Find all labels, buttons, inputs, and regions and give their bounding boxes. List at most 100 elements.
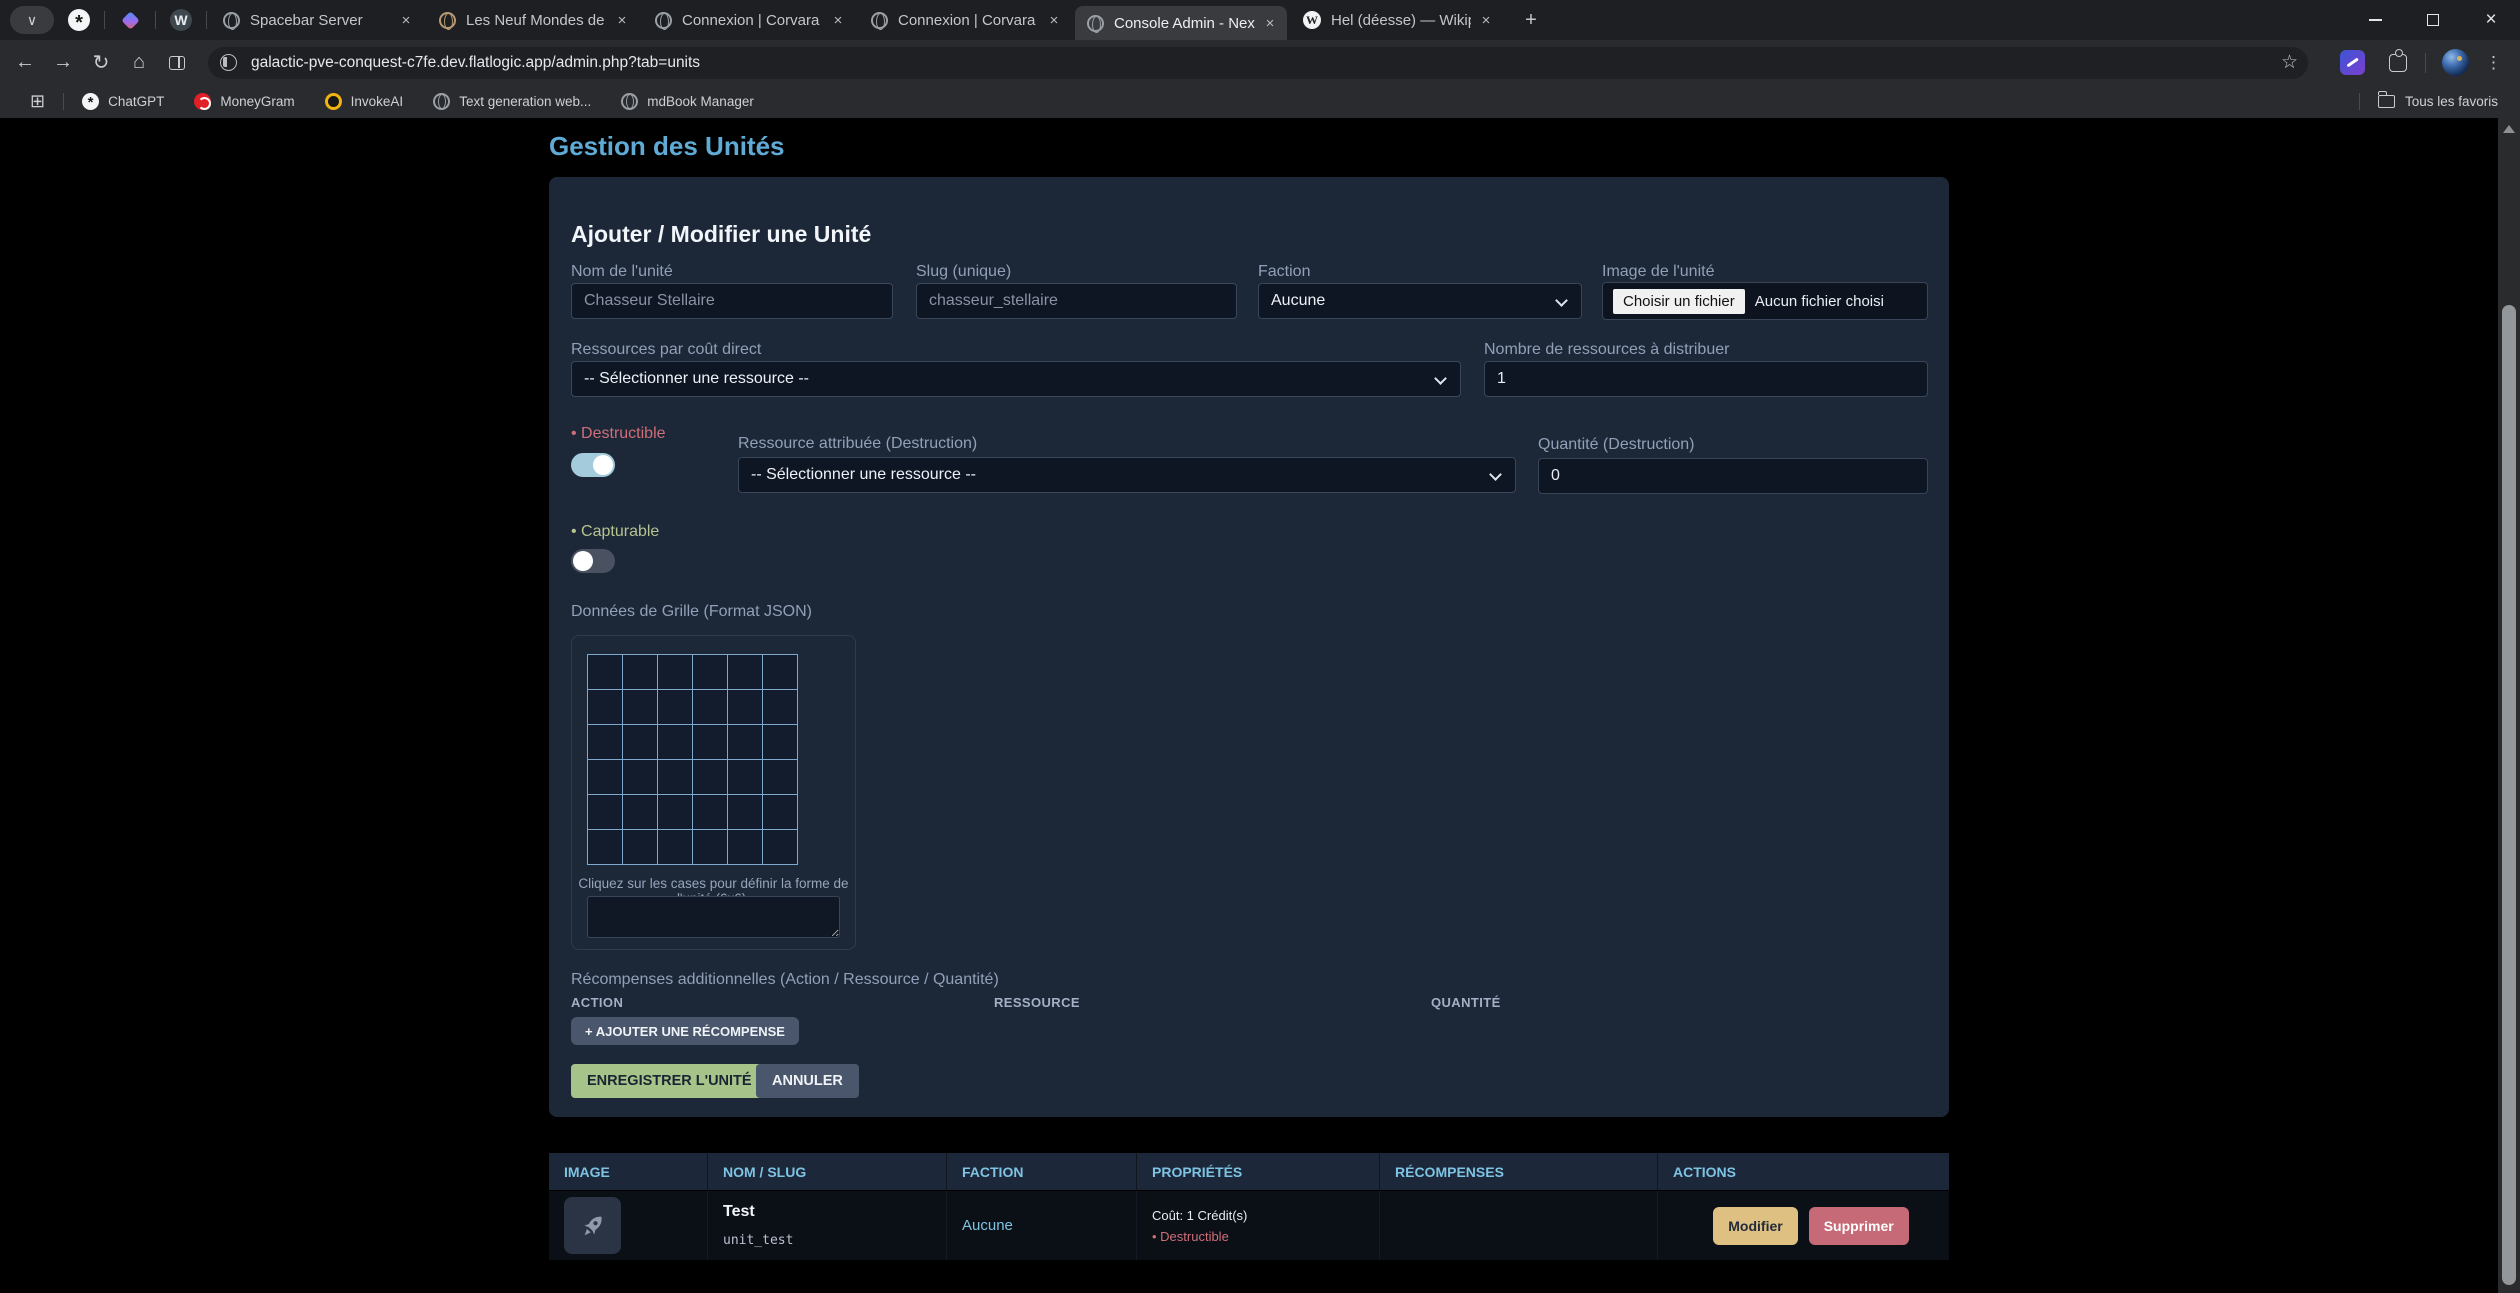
distribute-input[interactable]: [1484, 361, 1928, 397]
grid-json-textarea[interactable]: [587, 896, 840, 938]
tab-title: Connexion | Corvara: [898, 12, 1039, 29]
home-button[interactable]: ⌂: [122, 46, 156, 80]
browser-menu-icon[interactable]: ⋮: [2485, 53, 2502, 73]
grid-cell[interactable]: [623, 725, 658, 760]
tab-close-icon[interactable]: ×: [829, 11, 847, 29]
pinned-tab-wordpress-icon[interactable]: W: [170, 9, 192, 31]
minimize-button[interactable]: [2346, 0, 2404, 40]
close-button[interactable]: ×: [2462, 0, 2520, 40]
unit-image-file-input[interactable]: Choisir un fichier Aucun fichier choisi: [1602, 282, 1928, 320]
bookmark-mdbook-manager[interactable]: mdBook Manager: [621, 93, 754, 110]
slug-input[interactable]: [916, 283, 1237, 319]
grid-cell[interactable]: [728, 725, 763, 760]
bookmark-invokeai[interactable]: InvokeAI: [325, 93, 404, 110]
chevron-down-icon: [1489, 468, 1502, 481]
grid-cell[interactable]: [588, 795, 623, 830]
maximize-button[interactable]: [2404, 0, 2462, 40]
bookmark-chatgpt[interactable]: * ChatGPT: [82, 93, 164, 110]
all-favorites-button[interactable]: Tous les favoris: [2341, 93, 2498, 110]
scrollbar-thumb[interactable]: [2502, 305, 2516, 1285]
grid-cell[interactable]: [763, 725, 798, 760]
modify-button[interactable]: Modifier: [1713, 1207, 1797, 1245]
grid-cell[interactable]: [763, 690, 798, 725]
grid-cell[interactable]: [693, 655, 728, 690]
grid-cell[interactable]: [728, 655, 763, 690]
destruction-qty-input[interactable]: [1538, 458, 1928, 494]
cell-name-slug: Test unit_test: [708, 1191, 947, 1260]
address-bar[interactable]: galactic-pve-conquest-c7fe.dev.flatlogic…: [208, 47, 2308, 79]
grid-cell[interactable]: [693, 795, 728, 830]
split-screen-button[interactable]: [160, 46, 194, 80]
grid-cell[interactable]: [763, 655, 798, 690]
grid-cell[interactable]: [728, 830, 763, 865]
bookmark-text-generation[interactable]: Text generation web...: [433, 93, 591, 110]
tab-close-icon[interactable]: ×: [1261, 14, 1279, 32]
tab-close-icon[interactable]: ×: [1477, 11, 1495, 29]
grid-cell[interactable]: [623, 830, 658, 865]
scrollbar-up-arrow-icon[interactable]: [2503, 125, 2515, 133]
pinned-tab-chatgpt-icon[interactable]: *: [68, 9, 90, 31]
all-favorites-label: Tous les favoris: [2405, 94, 2498, 109]
faction-select[interactable]: Aucune: [1258, 283, 1582, 319]
profile-avatar[interactable]: [2442, 49, 2469, 76]
extension-icon[interactable]: [2340, 50, 2365, 75]
bookmark-star-icon[interactable]: ☆: [2281, 51, 2298, 74]
apps-grid-icon[interactable]: ⊞: [30, 91, 45, 112]
grid-cell[interactable]: [623, 795, 658, 830]
save-unit-button[interactable]: ENREGISTRER L'UNITÉ: [571, 1064, 768, 1098]
tab-search-chevron-icon[interactable]: ∨: [10, 6, 54, 34]
tab-spacebar-server[interactable]: Spacebar Server ×: [211, 0, 423, 40]
grid-cell[interactable]: [728, 760, 763, 795]
page-scrollbar[interactable]: [2498, 118, 2520, 1293]
unit-name-input[interactable]: [571, 283, 893, 319]
destructible-toggle[interactable]: [571, 453, 615, 477]
grid-cell[interactable]: [693, 830, 728, 865]
grid-cell[interactable]: [763, 830, 798, 865]
grid-cell[interactable]: [763, 795, 798, 830]
grid-cell[interactable]: [588, 760, 623, 795]
grid-cell[interactable]: [658, 725, 693, 760]
extensions-puzzle-icon[interactable]: [2389, 54, 2407, 72]
reload-button[interactable]: ↻: [84, 46, 118, 80]
grid-cell[interactable]: [623, 690, 658, 725]
url-text[interactable]: galactic-pve-conquest-c7fe.dev.flatlogic…: [251, 54, 2273, 72]
tab-les-neuf-mondes[interactable]: Les Neuf Mondes de la Mythol ×: [427, 0, 639, 40]
grid-cell[interactable]: [588, 725, 623, 760]
new-tab-button[interactable]: +: [1517, 6, 1545, 34]
destruction-resource-select[interactable]: -- Sélectionner une ressource --: [738, 457, 1516, 493]
grid-cell[interactable]: [693, 760, 728, 795]
grid-cell[interactable]: [658, 690, 693, 725]
grid-cell[interactable]: [658, 795, 693, 830]
tab-console-admin-nexus[interactable]: Console Admin - Nexus ×: [1075, 6, 1287, 40]
capturable-toggle[interactable]: [571, 549, 615, 573]
grid-cell[interactable]: [658, 830, 693, 865]
bookmark-moneygram[interactable]: MoneyGram: [194, 93, 294, 110]
cancel-button[interactable]: ANNULER: [756, 1064, 859, 1098]
grid-cell[interactable]: [693, 690, 728, 725]
pinned-tab-gemini[interactable]: [119, 9, 141, 31]
tab-close-icon[interactable]: ×: [397, 11, 415, 29]
back-button[interactable]: ←: [8, 46, 42, 80]
grid-cell[interactable]: [728, 690, 763, 725]
grid-cell[interactable]: [623, 655, 658, 690]
tab-hel-wikipedia[interactable]: W Hel (déesse) — Wikipédia ×: [1291, 0, 1503, 40]
grid-cell[interactable]: [693, 725, 728, 760]
tab-connexion-corvara-2[interactable]: Connexion | Corvara ×: [859, 0, 1071, 40]
grid-cell[interactable]: [728, 795, 763, 830]
forward-button[interactable]: →: [46, 46, 80, 80]
grid-cell[interactable]: [588, 655, 623, 690]
grid-cell[interactable]: [763, 760, 798, 795]
tab-connexion-corvara-1[interactable]: Connexion | Corvara ×: [643, 0, 855, 40]
cost-resource-select[interactable]: -- Sélectionner une ressource --: [571, 361, 1461, 397]
grid-cell[interactable]: [588, 690, 623, 725]
delete-button[interactable]: Supprimer: [1809, 1207, 1909, 1245]
site-info-icon[interactable]: [220, 54, 237, 71]
add-reward-button[interactable]: + AJOUTER UNE RÉCOMPENSE: [571, 1017, 799, 1045]
tab-close-icon[interactable]: ×: [613, 11, 631, 29]
grid-cell[interactable]: [588, 830, 623, 865]
grid-cell[interactable]: [623, 760, 658, 795]
grid-cell[interactable]: [658, 760, 693, 795]
grid-cell[interactable]: [658, 655, 693, 690]
tab-close-icon[interactable]: ×: [1045, 11, 1063, 29]
choose-file-button[interactable]: Choisir un fichier: [1613, 289, 1745, 314]
